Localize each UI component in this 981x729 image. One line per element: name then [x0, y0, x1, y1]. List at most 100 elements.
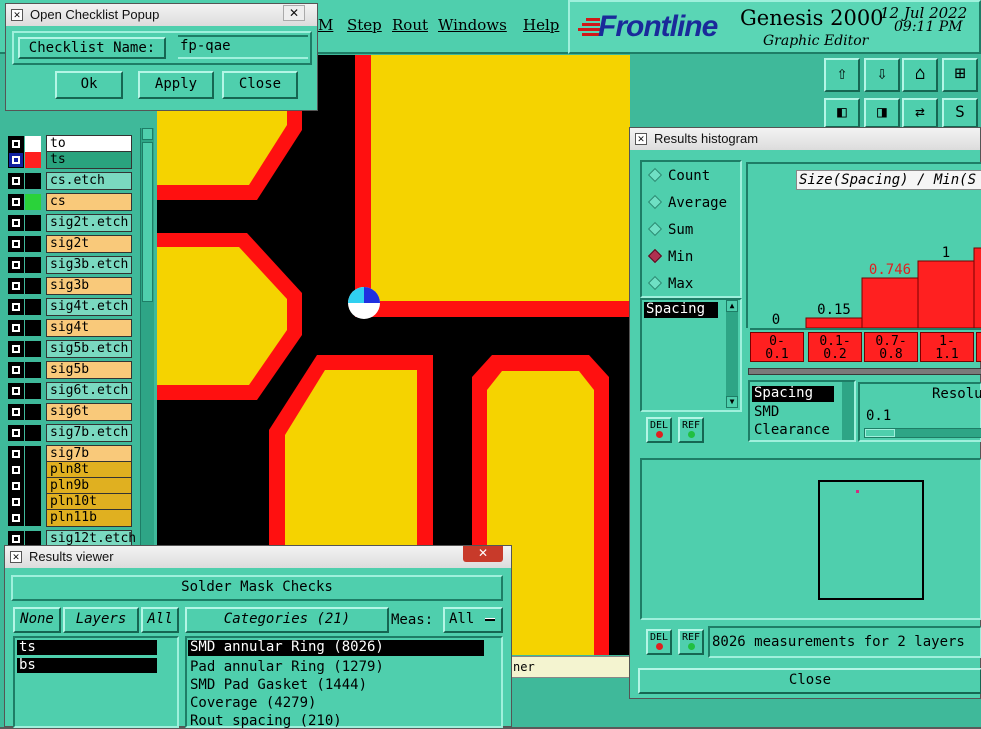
histogram-bar[interactable]	[917, 260, 975, 329]
layer-row[interactable]: sig2t	[8, 235, 132, 253]
radio-max[interactable]: Max	[647, 275, 693, 292]
histogram-bin[interactable]	[976, 332, 981, 362]
layer-color-swatch[interactable]	[25, 510, 41, 526]
layer-row[interactable]: pln11b	[8, 509, 132, 527]
ref-button-bottom[interactable]: REF	[678, 629, 704, 655]
layer-checkbox[interactable]	[8, 478, 24, 494]
layer-name[interactable]: sig2t	[46, 235, 132, 253]
layer-color-swatch[interactable]	[25, 152, 41, 168]
layers-button[interactable]: Layers	[63, 607, 139, 633]
window-grid-icon[interactable]: ⊞	[942, 58, 978, 92]
layer-result-item[interactable]: ts	[17, 640, 157, 655]
category-item[interactable]: Pad annular Ring (1279)	[190, 659, 384, 675]
layer-name[interactable]: pln11b	[46, 509, 132, 527]
measure-item[interactable]: Clearance	[754, 422, 830, 438]
layer-row[interactable]: ts	[8, 151, 132, 169]
meas-select[interactable]: All	[443, 607, 503, 633]
layer-color-swatch[interactable]	[25, 257, 41, 273]
layer-color-swatch[interactable]	[25, 362, 41, 378]
layer-scrollbar[interactable]	[140, 128, 154, 548]
histogram-bin[interactable]: 0- 0.1	[750, 332, 804, 362]
layer-row[interactable]: sig2t.etch	[8, 214, 132, 232]
none-button[interactable]: None	[13, 607, 61, 633]
layer-color-swatch[interactable]	[25, 194, 41, 210]
layer-checkbox[interactable]	[8, 194, 24, 210]
layer-row[interactable]: sig7b.etch	[8, 424, 132, 442]
del-button[interactable]: DEL	[646, 417, 672, 443]
layer-color-swatch[interactable]	[25, 136, 41, 152]
menu-windows[interactable]: Windows	[438, 16, 507, 34]
category-item[interactable]: SMD Pad Gasket (1444)	[190, 677, 367, 693]
layer-color-swatch[interactable]	[25, 462, 41, 478]
layer-checkbox[interactable]	[8, 215, 24, 231]
layer-name[interactable]: sig4t	[46, 319, 132, 337]
checklist-name-input[interactable]: fp-qae	[178, 35, 308, 59]
layer-checkbox[interactable]	[8, 320, 24, 336]
measure-scrollbar[interactable]	[842, 382, 854, 440]
layer-name[interactable]: ts	[46, 151, 132, 169]
layer-checkbox[interactable]	[8, 383, 24, 399]
layer-row[interactable]: sig5b	[8, 361, 132, 379]
histogram-bin[interactable]: 0.1- 0.2	[808, 332, 862, 362]
snake-icon[interactable]: S	[942, 98, 978, 128]
layer-row[interactable]: sig4t.etch	[8, 298, 132, 316]
layer-name[interactable]: sig6t.etch	[46, 382, 132, 400]
radio-count[interactable]: Count	[647, 167, 710, 184]
menu-step[interactable]: Step	[347, 16, 382, 34]
ref-button[interactable]: REF	[678, 417, 704, 443]
layer-row[interactable]: sig6t	[8, 403, 132, 421]
layer-row[interactable]: cs	[8, 193, 132, 211]
layer-checkbox[interactable]	[8, 404, 24, 420]
layer-checkbox[interactable]	[8, 299, 24, 315]
histogram-bar[interactable]	[805, 317, 863, 329]
histogram-close-button[interactable]: Close	[638, 668, 981, 694]
category-list[interactable]: SMD annular Ring (8026) Pad annular Ring…	[185, 636, 503, 729]
layer-color-swatch[interactable]	[25, 278, 41, 294]
close-icon[interactable]: ✕	[283, 5, 305, 21]
layer-checkbox[interactable]	[8, 136, 24, 152]
chart-scrollbar[interactable]	[748, 368, 981, 375]
close-icon[interactable]: ✕	[463, 546, 503, 562]
layer-color-swatch[interactable]	[25, 478, 41, 494]
home-icon[interactable]: ⌂	[902, 58, 938, 92]
histogram-bin[interactable]: 1- 1.1	[920, 332, 974, 362]
category-item[interactable]: SMD annular Ring (8026)	[188, 640, 484, 656]
layer-name[interactable]: sig5b.etch	[46, 340, 132, 358]
apply-button[interactable]: Apply	[138, 71, 214, 99]
move-left-icon[interactable]: ◧	[824, 98, 860, 128]
layer-checkbox[interactable]	[8, 510, 24, 526]
layer-name[interactable]: sig3b	[46, 277, 132, 295]
layer-checkbox[interactable]	[8, 425, 24, 441]
layer-color-swatch[interactable]	[25, 425, 41, 441]
menu-m[interactable]: M	[318, 16, 333, 34]
layer-color-swatch[interactable]	[25, 404, 41, 420]
ok-button[interactable]: Ok	[55, 71, 123, 99]
layer-checkbox[interactable]	[8, 341, 24, 357]
layer-color-swatch[interactable]	[25, 236, 41, 252]
measure-item[interactable]: Spacing	[752, 386, 834, 402]
layer-name[interactable]: cs.etch	[46, 172, 132, 190]
layer-checkbox[interactable]	[8, 257, 24, 273]
layer-name[interactable]: sig2t.etch	[46, 214, 132, 232]
layer-checkbox[interactable]	[8, 494, 24, 510]
move-right-icon[interactable]: ◨	[864, 98, 900, 128]
layer-row[interactable]: sig3b	[8, 277, 132, 295]
histogram-titlebar[interactable]: ✕ Results histogram	[630, 128, 980, 150]
all-button[interactable]: All	[141, 607, 179, 633]
layer-checkbox[interactable]	[8, 236, 24, 252]
layer-row[interactable]: sig5b.etch	[8, 340, 132, 358]
layer-color-swatch[interactable]	[25, 299, 41, 315]
histogram-bar[interactable]	[861, 277, 919, 329]
export-icon[interactable]: ⇩	[864, 58, 900, 92]
del-button-bottom[interactable]: DEL	[646, 629, 672, 655]
histogram-bar[interactable]	[973, 247, 981, 329]
import-icon[interactable]: ⇧	[824, 58, 860, 92]
menu-help[interactable]: Help	[523, 16, 559, 34]
layer-name[interactable]: sig6t	[46, 403, 132, 421]
layer-color-swatch[interactable]	[25, 173, 41, 189]
layer-row[interactable]: sig3b.etch	[8, 256, 132, 274]
menu-rout[interactable]: Rout	[392, 16, 428, 34]
categories-button[interactable]: Categories (21)	[185, 607, 389, 633]
layer-checkbox[interactable]	[8, 278, 24, 294]
layer-color-swatch[interactable]	[25, 341, 41, 357]
